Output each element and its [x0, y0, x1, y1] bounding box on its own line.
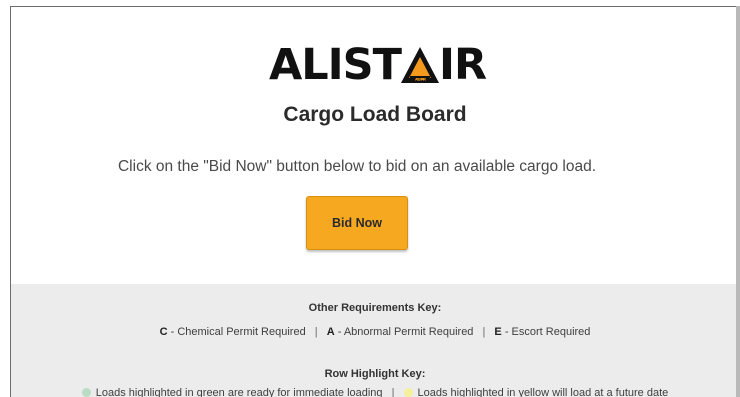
- requirement-item: A - Abnormal Permit Required: [327, 326, 474, 338]
- requirement-code: A: [326, 326, 335, 338]
- separator: |: [314, 326, 318, 338]
- requirements-key-line: C - Chemical Permit Required | A - Abnor…: [11, 326, 738, 338]
- yellow-dot-icon: [403, 388, 413, 397]
- highlight-key-line: Loads highlighted in green are ready for…: [11, 387, 738, 397]
- requirement-item: C - Chemical Permit Required: [160, 326, 306, 338]
- logo-triangle-icon: ALISTAIR: [400, 47, 439, 83]
- highlight-green-text: Loads highlighted in green are ready for…: [95, 387, 383, 397]
- requirement-code: E: [494, 326, 502, 338]
- logo-badge-text: ALISTAIR: [415, 77, 426, 81]
- requirement-desc: - Chemical Permit Required: [170, 326, 306, 338]
- key-section: Other Requirements Key: C - Chemical Per…: [11, 284, 738, 397]
- green-dot-icon: [81, 388, 91, 397]
- scrollbar[interactable]: [736, 6, 740, 397]
- alistair-logo: ALIST ALISTAIR IR: [269, 40, 487, 90]
- requirement-desc: - Escort Required: [504, 326, 591, 338]
- separator: |: [482, 326, 486, 338]
- page-title: Cargo Load Board: [283, 103, 467, 126]
- requirement-desc: - Abnormal Permit Required: [337, 326, 474, 338]
- logo-text-right: IR: [438, 40, 487, 90]
- instructions-text: Click on the "Bid Now" button below to b…: [117, 158, 597, 175]
- separator: |: [391, 387, 395, 397]
- highlight-key-heading: Row Highlight Key:: [324, 368, 426, 380]
- highlight-yellow-text: Loads highlighted in yellow will load at…: [417, 387, 669, 397]
- logo-text-left: ALIST: [269, 40, 402, 90]
- bid-now-button[interactable]: Bid Now: [306, 196, 408, 250]
- requirements-key-heading: Other Requirements Key:: [308, 302, 442, 314]
- page-frame: ALIST ALISTAIR IR Cargo Load Board Click…: [10, 6, 738, 397]
- requirement-code: C: [159, 326, 168, 338]
- requirement-item: E - Escort Required: [494, 326, 590, 338]
